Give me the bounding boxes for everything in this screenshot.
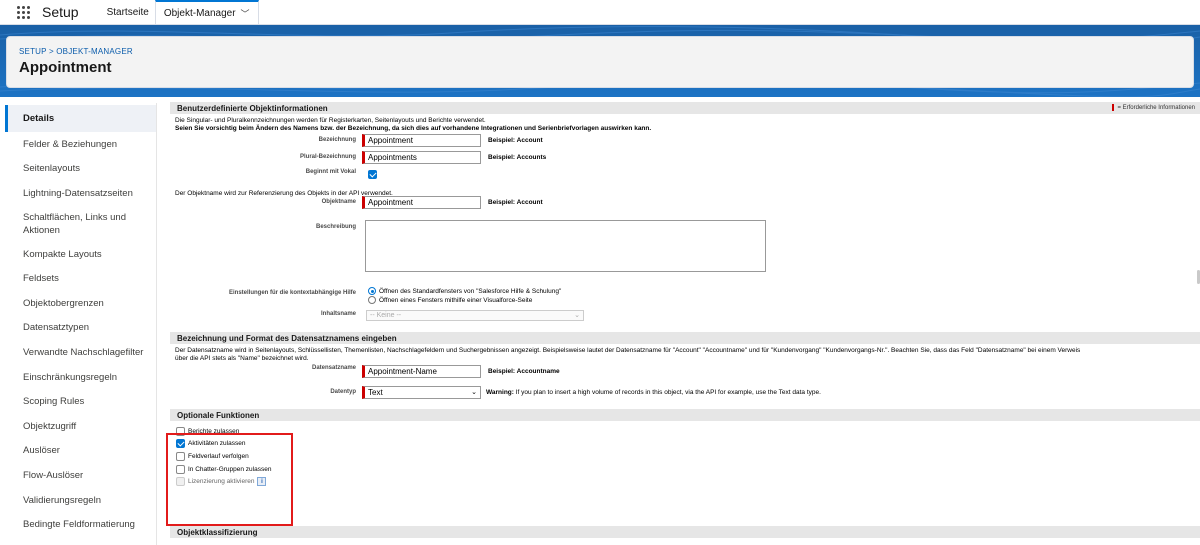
page-header: SETUP > OBJEKT-MANAGER Appointment (6, 36, 1194, 88)
section-header-objektklassifizierung: Objektklassifizierung (170, 526, 1200, 538)
option-chatter-gruppen[interactable]: In Chatter-Gruppen zulassen (176, 463, 1200, 476)
select-value: Text (368, 388, 383, 397)
app-launcher-icon[interactable] (12, 0, 34, 24)
form-row: Datentyp Text ⌄ Warning: If you plan to … (170, 386, 1200, 400)
radio-label: Öffnen des Standardfensters von "Salesfo… (379, 287, 562, 295)
option-lizenzierung: Lizenzierung aktivieren i (176, 475, 1200, 488)
form-row: Einstellungen für die kontextabhängige H… (170, 285, 1200, 307)
radio-icon[interactable] (368, 296, 376, 304)
chevron-down-icon[interactable]: ﹀ (241, 7, 250, 20)
sidebar-item-datensatztypen[interactable]: Datensatztypen (5, 316, 156, 341)
field-label: Objektname (321, 199, 356, 205)
info-line: Der Datensatzname wird in Seitenlayouts,… (175, 347, 1081, 354)
bezeichnung-input[interactable]: Appointment (362, 134, 481, 147)
section-title: Benutzerdefinierte Objektinformationen (177, 103, 328, 113)
field-label: Datentyp (330, 389, 356, 395)
datensatzname-input[interactable]: Appointment-Name (362, 365, 481, 378)
sidebar-item-felder-beziehungen[interactable]: Felder & Beziehungen (5, 132, 156, 157)
object-manager-sidebar: Details Felder & Beziehungen Seitenlayou… (5, 103, 157, 545)
field-label: Bezeichnung (318, 137, 356, 143)
highlight-box (166, 433, 293, 526)
sidebar-item-feldformatierung[interactable]: Bedingte Feldformatierung (5, 512, 156, 537)
example-text: Beispiel: Account (488, 137, 543, 144)
form-row: Plural-Bezeichnung Appointments Beispiel… (170, 151, 1200, 165)
datatype-warning: Warning: If you plan to insert a high vo… (486, 389, 821, 396)
sidebar-item-lightning-datensatzseiten[interactable]: Lightning-Datensatzseiten (5, 181, 156, 206)
sidebar-item-validierungsregeln[interactable]: Validierungsregeln (5, 488, 156, 513)
sidebar-item-schaltflaechen[interactable]: Schaltflächen, Links und Aktionen (5, 206, 156, 242)
form-row: Beschreibung (170, 220, 1200, 280)
vowel-checkbox[interactable] (368, 170, 377, 179)
help-option-standard[interactable]: Öffnen des Standardfensters von "Salesfo… (368, 287, 561, 295)
sidebar-item-seitenlayouts[interactable]: Seitenlayouts (5, 157, 156, 182)
example-text: Beispiel: Account (488, 199, 543, 206)
required-legend: = Erforderliche Informationen (1112, 104, 1195, 111)
select-value: -- Keine -- (370, 312, 402, 319)
chevron-down-icon: ⌄ (574, 312, 580, 319)
field-label: Inhaltsname (320, 311, 356, 317)
sidebar-item-flow-ausloeser[interactable]: Flow-Auslöser (5, 463, 156, 488)
app-title: Setup (42, 4, 79, 20)
option-aktivitaeten[interactable]: Aktivitäten zulassen (176, 438, 1200, 451)
required-marker-icon (1112, 104, 1115, 111)
field-label: Beschreibung (315, 224, 356, 230)
form-row: Objektname Appointment Beispiel: Account (170, 196, 1200, 210)
radio-label: Öffnen eines Fensters mithilfe einer Vis… (379, 296, 533, 304)
sidebar-item-nachschlagefilter[interactable]: Verwandte Nachschlagefilter (5, 340, 156, 365)
form-row: Inhaltsname -- Keine -- ⌄ (170, 308, 1200, 322)
sidebar-item-scoping-rules[interactable]: Scoping Rules (5, 389, 156, 414)
field-label: Beginnt mit Vokal (305, 169, 356, 175)
example-text: Beispiel: Accountname (488, 368, 560, 375)
tab-startseite[interactable]: Startseite (101, 0, 155, 24)
help-option-visualforce[interactable]: Öffnen eines Fensters mithilfe einer Vis… (368, 296, 532, 304)
main-content: Benutzerdefinierte Objektinformationen =… (170, 97, 1200, 545)
section-header-optionale-funktionen: Optionale Funktionen (170, 409, 1200, 421)
info-line-warning: Seien Sie vorsichtig beim Ändern des Nam… (175, 125, 652, 132)
radio-selected-icon[interactable] (368, 287, 376, 295)
tab-objekt-manager[interactable]: Objekt-Manager ﹀ (154, 0, 259, 24)
tab-label: Objekt-Manager (163, 7, 236, 19)
info-text: Die Singular- und Pluralkennzeichnungen … (170, 114, 1200, 136)
sidebar-item-objektzugriff[interactable]: Objektzugriff (5, 414, 156, 439)
form-row: Beginnt mit Vokal (170, 166, 1200, 180)
global-header: Setup Startseite Objekt-Manager ﹀ (0, 0, 1200, 25)
datentyp-select[interactable]: Text ⌄ (362, 386, 481, 399)
sidebar-item-ausloeser[interactable]: Auslöser (5, 439, 156, 464)
section-header-datensatzname: Bezeichnung und Format des Datensatzname… (170, 332, 1200, 344)
field-label: Einstellungen für die kontextabhängige H… (228, 290, 356, 296)
sidebar-item-details[interactable]: Details (5, 105, 156, 132)
breadcrumb[interactable]: SETUP > OBJEKT-MANAGER (19, 47, 1181, 56)
inhaltsname-select: -- Keine -- ⌄ (366, 310, 584, 321)
option-berichte[interactable]: Berichte zulassen (176, 425, 1200, 438)
option-feldverlauf[interactable]: Feldverlauf verfolgen (176, 450, 1200, 463)
chevron-down-icon: ⌄ (471, 389, 477, 396)
sidebar-item-objektobergrenzen[interactable]: Objektobergrenzen (5, 291, 156, 316)
plural-bezeichnung-input[interactable]: Appointments (362, 151, 481, 164)
warning-text: If you plan to insert a high volume of r… (513, 389, 821, 396)
objektname-input[interactable]: Appointment (362, 196, 481, 209)
info-line: Die Singular- und Pluralkennzeichnungen … (175, 117, 486, 124)
form-row: Datensatzname Appointment-Name Beispiel:… (170, 362, 1200, 378)
optional-features-list: Berichte zulassen Aktivitäten zulassen F… (170, 421, 1200, 488)
field-label: Plural-Bezeichnung (299, 154, 356, 160)
warning-label: Warning: (486, 389, 514, 396)
beschreibung-textarea[interactable] (365, 220, 766, 272)
sidebar-item-kompakte-layouts[interactable]: Kompakte Layouts (5, 242, 156, 267)
field-label: Datensatzname (311, 365, 356, 371)
required-legend-text: = Erforderliche Informationen (1117, 104, 1195, 111)
section-header-objektinformationen: Benutzerdefinierte Objektinformationen =… (170, 102, 1200, 114)
sidebar-item-feldsets[interactable]: Feldsets (5, 266, 156, 291)
form-row: Bezeichnung Appointment Beispiel: Accoun… (170, 134, 1200, 148)
sidebar-item-einschraenkungsregeln[interactable]: Einschränkungsregeln (5, 365, 156, 390)
example-text: Beispiel: Accounts (488, 154, 547, 161)
page-title: Appointment (19, 59, 112, 76)
